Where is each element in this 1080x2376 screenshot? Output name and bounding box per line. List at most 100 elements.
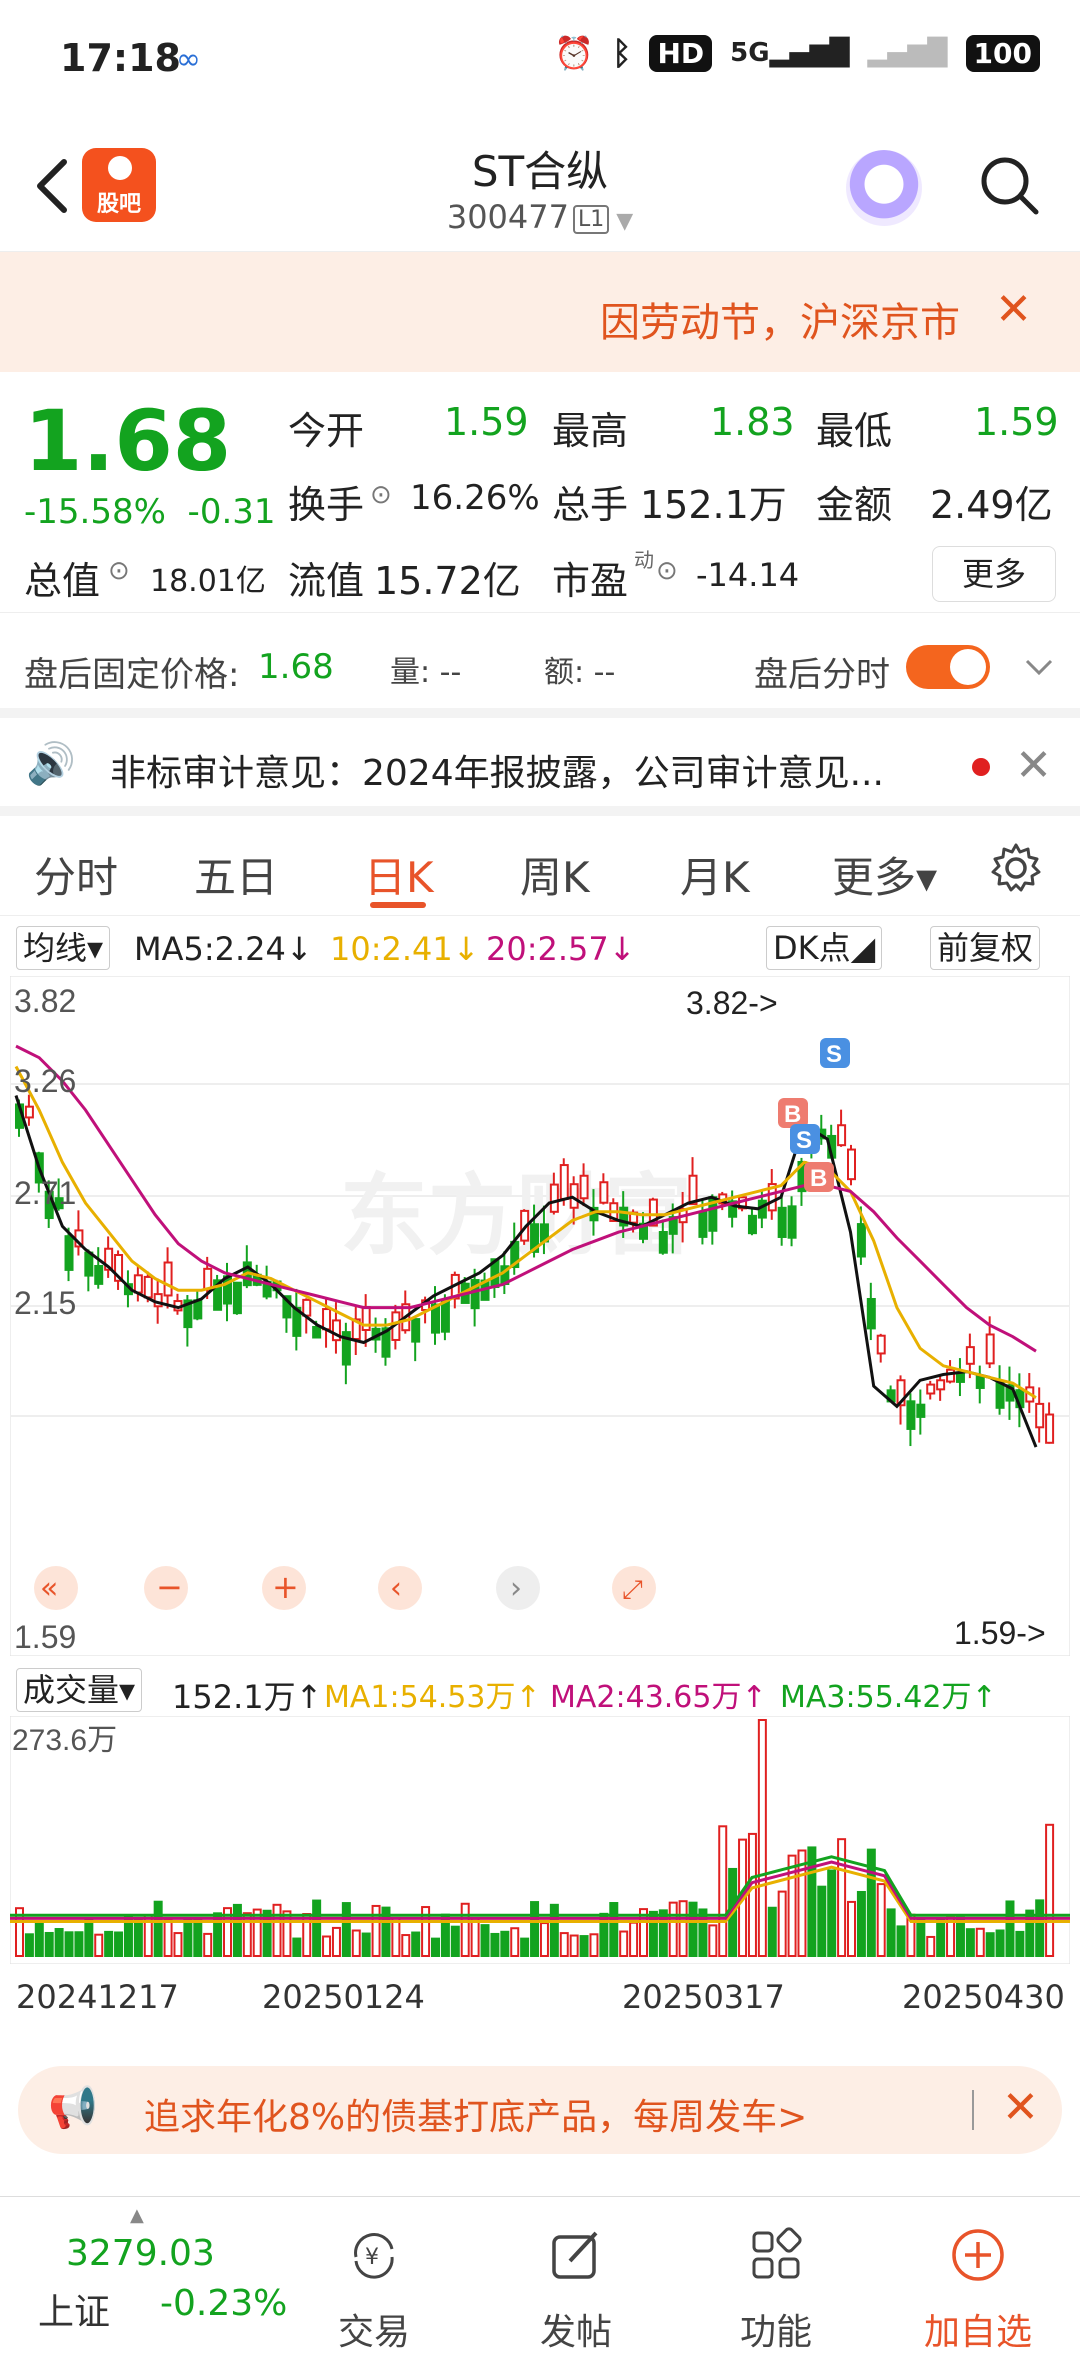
candle [411,1318,421,1362]
vol-ma2-line [10,1860,1070,1920]
close-icon[interactable]: ✕ [1015,740,1052,791]
vol-y-top: 273.6万 [12,1724,117,1757]
dk-point-select[interactable]: DK点◢ [766,926,883,970]
low-value: 1.59 [974,400,1059,444]
news-text[interactable]: 非标审计意见：2024年报披露，公司审计意见... [110,744,884,796]
y-tick-top: 3.82 [14,983,76,1019]
tab-weekly-k[interactable]: 周K [520,844,590,905]
ma10-legend: 10:2.41↓ [330,930,480,968]
indicator-select[interactable]: 均线▾ [16,926,111,970]
volume-bar [351,1929,361,1957]
megaphone-icon: 📢 [48,2085,98,2131]
open-label: 今开 [288,409,365,453]
candle [876,1333,886,1363]
candle [975,1365,985,1404]
after-amount: 额: -- [544,655,616,690]
tab-daily-k[interactable]: 日K [364,844,434,905]
volume-bar [401,1934,411,1958]
close-icon[interactable]: ✕ [1002,2082,1039,2133]
high-marker: 3.82-> [686,985,778,1021]
candle [955,1358,965,1397]
volume-bar [916,1918,926,1957]
volume-bar [24,1933,34,1958]
after-hours-toggle[interactable] [906,645,990,689]
tab-five-day[interactable]: 五日 [194,844,278,905]
volume-bar [708,1924,718,1958]
date-tick: 20250124 [262,1978,425,2016]
volume-bar [470,1917,480,1957]
nav-post[interactable]: 发帖 [516,2227,636,2355]
gear-icon[interactable] [990,842,1042,894]
candle [787,1196,797,1247]
volume-bar [331,1926,341,1958]
volume-bar [847,1900,856,1957]
news-ticker[interactable]: 🔊 非标审计意见：2024年报披露，公司审计意见... ✕ [0,708,1080,816]
index-change: -0.23% [160,2283,288,2324]
volume-bar [133,1917,143,1957]
ma20-legend: 20:2.57↓ [486,930,636,968]
nav-functions[interactable]: 功能 [716,2227,836,2355]
grid-icon [752,2227,802,2279]
mktcap-value: 18.01亿 [150,564,266,599]
promo-banner[interactable]: 📢 追求年化8%的债基打底产品，每周发车> ✕ [18,2066,1062,2154]
info-icon[interactable]: ⊙ [370,480,392,510]
svg-text:−: − [156,1568,183,1606]
volume-bar [985,1932,995,1958]
volume-bar [183,1917,193,1957]
volume-bar [361,1932,371,1957]
candle [906,1393,916,1447]
info-icon[interactable]: ⊙ [108,556,130,586]
volume-bar [34,1920,44,1957]
volume-bar [173,1932,183,1957]
volume-bar [549,1903,559,1957]
svg-text:›: › [510,1571,522,1606]
volume-bar [480,1924,490,1957]
unread-dot [972,758,990,776]
volume-bar [84,1918,94,1958]
alarm-icon: ⏰ [554,34,595,72]
close-icon[interactable]: ✕ [995,284,1032,335]
search-icon[interactable] [978,154,1040,216]
volume-bar [114,1931,124,1958]
tab-monthly-k[interactable]: 月K [680,844,750,905]
info-icon[interactable]: ⊙ [656,556,678,586]
mktcap-label: 总值 [24,559,101,603]
tab-more[interactable]: 更多▾ [832,844,937,905]
promo-text[interactable]: 追求年化8%的债基打底产品，每周发车> [144,2088,807,2140]
volume-bar [94,1933,104,1957]
nav-add-watchlist[interactable]: 加自选 [918,2227,1038,2355]
volume-bar [589,1933,599,1957]
ai-assistant-icon[interactable] [846,150,922,226]
volume-bar [1005,1900,1015,1957]
volume-bar [520,1937,530,1958]
svg-text:«: « [40,1571,58,1606]
volume-bar [569,1934,579,1958]
amount-value: 2.49亿 [930,483,1053,527]
candle [777,1195,787,1246]
nav-label: 功能 [739,2312,812,2353]
volume-bar [688,1901,698,1957]
index-name[interactable]: 上证 [38,2283,110,2335]
more-button[interactable]: 更多 [932,546,1056,602]
holiday-notice-banner[interactable]: 因劳动节，沪深京市 ✕ [0,252,1080,372]
y-tick-4: 2.15 [14,1285,76,1321]
volume-chart[interactable]: 273.6万 [10,1716,1070,1964]
candle [936,1375,946,1401]
nav-trade[interactable]: ¥ 交易 [314,2227,434,2355]
adjust-select[interactable]: 前复权 [930,926,1041,970]
candle [1005,1366,1015,1420]
candle [292,1288,302,1351]
volume-select[interactable]: 成交量▾ [16,1668,143,1712]
bottom-nav: ▲ 3279.03 上证 -0.23% ¥ 交易 发帖 功能 加自选 [0,2196,1080,2376]
chevron-down-icon[interactable] [1024,657,1054,677]
candle [232,1281,242,1315]
volume-bar [757,1719,767,1957]
index-value[interactable]: 3279.03 [66,2233,215,2274]
trade-icon: ¥ [354,2233,394,2279]
kline-chart[interactable]: 东方财富 3.82 3.26 2.71 2.15 1.59 3.82-> 1.5… [10,976,1070,1656]
volume-bar [619,1930,629,1958]
after-volume: 量: -- [390,655,462,690]
svg-text:B: B [784,1101,801,1128]
tab-intraday[interactable]: 分时 [34,844,118,905]
after-hours-bar: 盘后固定价格: 1.68 量: -- 额: -- 盘后分时 [0,612,1080,708]
